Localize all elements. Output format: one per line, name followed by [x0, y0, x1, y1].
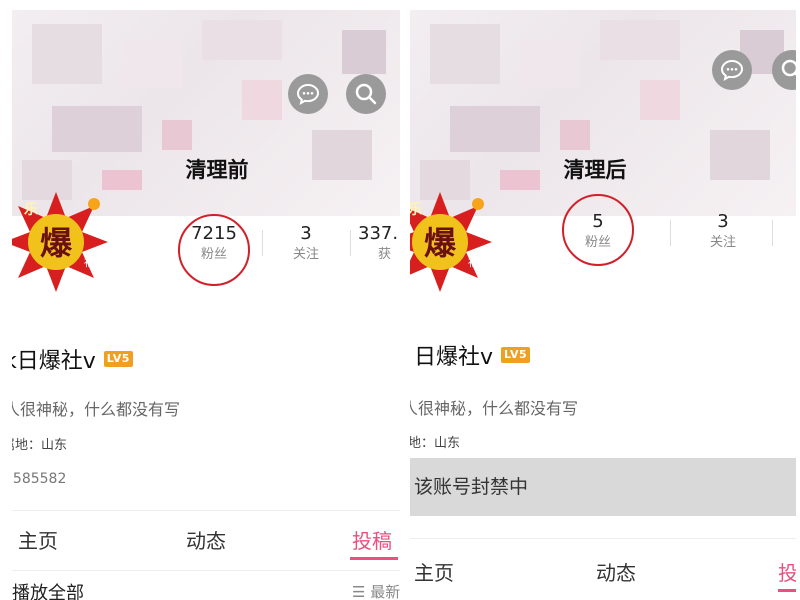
avatar-top-text: 乐 [410, 201, 422, 218]
search-button[interactable] [346, 74, 386, 114]
tab-posts[interactable]: 投稿 [352, 525, 392, 554]
message-button[interactable] [288, 74, 328, 114]
avatar[interactable]: 爆 乐 社 [12, 188, 110, 296]
uid-text: 1585582 [12, 471, 67, 487]
likes-stat[interactable]: 337. 获 [358, 222, 400, 264]
likes-count: 337. [358, 223, 399, 244]
tab-dynamic[interactable]: 动态 [186, 525, 226, 554]
likes-label: 获 [378, 247, 392, 262]
followers-count: 7215 [191, 223, 237, 244]
message-button[interactable] [712, 50, 752, 90]
following-label: 关注 [709, 235, 736, 250]
search-icon [354, 82, 378, 106]
play-all-button[interactable]: 播放全部 [12, 579, 84, 600]
search-icon [780, 58, 796, 82]
avatar-main-text: 爆 [424, 224, 457, 262]
sort-label: 最新 [370, 583, 400, 600]
list-menu-icon: ☰ [352, 583, 371, 600]
message-bubble-icon [720, 59, 744, 81]
following-stat[interactable]: 3 关注 [282, 222, 330, 264]
tab-dynamic[interactable]: 动态 [596, 557, 636, 586]
tab-home[interactable]: 主页 [414, 557, 454, 586]
profile-after-panel: 清理后 爆 乐 社 5 粉丝 3 关注 日爆社v LV5 人很神秘，什么都没有写… [410, 10, 796, 600]
profile-tabbar: 主页 动态 投 [410, 538, 796, 592]
bio-text: 人很神秘，什么都没有写 [12, 400, 181, 419]
avatar-side-text: 社 [468, 255, 479, 269]
after-caption: 清理后 [563, 157, 627, 182]
following-label: 关注 [292, 247, 319, 262]
profile-before-panel: 清理前 爆 乐 社 7215 粉丝 3 关注 337. 获 k日爆社v LV5 … [12, 10, 400, 600]
avatar-side-text: 社 [84, 255, 95, 269]
username: k日爆社v [12, 349, 96, 374]
sort-control[interactable]: ☰ 最新 [352, 581, 400, 600]
location-text: 属地：山东 [12, 438, 68, 453]
username-row: k日爆社v LV5 [12, 344, 133, 374]
list-header: 播放全部 ☰ 最新 [12, 570, 400, 600]
level-badge: LV5 [501, 347, 531, 363]
level-badge: LV5 [103, 351, 133, 367]
followers-stat[interactable]: 5 粉丝 [566, 210, 630, 252]
active-tab-indicator [350, 557, 398, 560]
followers-count: 5 [592, 211, 604, 232]
profile-tabbar: 主页 动态 投稿 [12, 510, 400, 562]
following-stat[interactable]: 3 关注 [698, 210, 748, 252]
followers-label: 粉丝 [584, 235, 611, 250]
profile-banner [12, 10, 400, 216]
following-count: 3 [717, 211, 729, 232]
profile-banner [410, 10, 796, 216]
banned-notice: 该账号封禁中 [410, 458, 796, 516]
followers-label: 粉丝 [200, 247, 227, 262]
location-text: 地：山东 [410, 436, 461, 451]
active-tab-indicator [778, 589, 796, 592]
avatar-main-text: 爆 [40, 224, 73, 262]
username: 日爆社v [414, 345, 494, 370]
avatar-top-text: 乐 [24, 201, 38, 218]
username-row: 日爆社v LV5 [414, 340, 531, 370]
avatar[interactable]: 爆 乐 社 [410, 188, 494, 296]
before-caption: 清理前 [185, 157, 249, 182]
tab-posts[interactable]: 投 [778, 557, 796, 586]
bio-text: 人很神秘，什么都没有写 [410, 399, 579, 418]
message-bubble-icon [296, 83, 320, 105]
followers-stat[interactable]: 7215 粉丝 [180, 222, 248, 264]
tab-home[interactable]: 主页 [18, 525, 58, 554]
following-count: 3 [300, 223, 312, 244]
